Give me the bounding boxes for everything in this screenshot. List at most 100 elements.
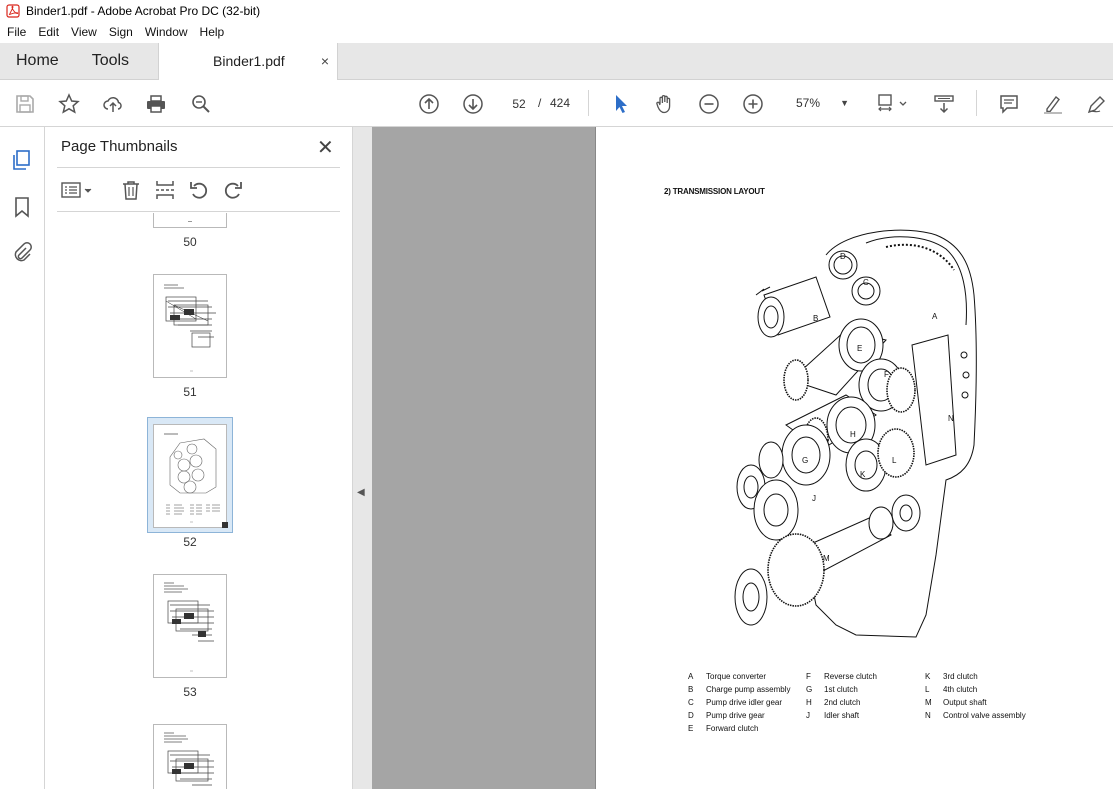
svg-text:C: C (863, 278, 869, 287)
thumbnail-label: 51 (183, 385, 197, 399)
comment-icon[interactable] (997, 92, 1021, 116)
page-separator: / (538, 96, 542, 110)
fit-page-icon[interactable] (876, 92, 908, 116)
legend-key: F (806, 672, 811, 681)
rotate-clockwise-icon[interactable] (222, 179, 244, 201)
menu-bar: File Edit View Sign Window Help (0, 22, 1113, 42)
attachments-paperclip-icon[interactable] (11, 241, 33, 263)
rotate-counterclockwise-icon[interactable] (188, 179, 210, 201)
svg-text:J: J (812, 494, 816, 503)
next-page-icon[interactable] (461, 92, 485, 116)
tab-document-label: Binder1.pdf (213, 53, 285, 69)
panel-collapse-bar[interactable] (352, 127, 372, 789)
legend-text: Idler shaft (824, 711, 860, 720)
tab-home[interactable]: Home (0, 43, 76, 79)
page-total: 424 (550, 96, 571, 110)
svg-text:H: H (850, 430, 856, 439)
svg-text:K: K (860, 470, 866, 479)
page-thumbnail-current[interactable] (153, 424, 227, 528)
page-thumbnail[interactable] (153, 274, 227, 378)
legend-text: Torque converter (706, 672, 767, 681)
svg-text:E: E (857, 344, 862, 353)
legend-text: Forward clutch (706, 724, 759, 733)
legend-text: 1st clutch (824, 685, 858, 694)
zoom-search-icon[interactable] (189, 92, 213, 116)
legend-column-1: A Torque converter B Charge pump assembly … (688, 670, 790, 735)
page-number-input[interactable]: 52 (504, 91, 534, 115)
window-title: Binder1.pdf - Adobe Acrobat Pro DC (32-b… (26, 4, 261, 18)
document-canvas (372, 127, 595, 789)
pdf-page: 2) TRANSMISSION LAYOUT D C B A E F H G K… (595, 127, 1113, 789)
menu-file[interactable]: File (0, 25, 32, 39)
chevron-down-icon: ▼ (840, 98, 849, 108)
collapse-left-arrow-icon[interactable]: ◀ (357, 487, 365, 498)
tab-document[interactable]: Binder1.pdf × (158, 43, 339, 80)
svg-text:G: G (802, 456, 808, 465)
menu-sign[interactable]: Sign (103, 25, 139, 39)
acrobat-logo-icon (6, 4, 20, 18)
legend-text: Charge pump assembly (706, 685, 791, 694)
legend-key: N (925, 711, 931, 720)
page-thumbnails-panel: Page Thumbnails ✕ 50 51 52 53 (45, 127, 392, 789)
zoom-select[interactable]: 57% ▼ (787, 91, 857, 115)
highlight-pen-icon[interactable] (1041, 92, 1065, 116)
legend-key: B (688, 685, 694, 694)
legend-key: G (806, 685, 813, 694)
legend-key: D (688, 711, 694, 720)
legend-text: 2nd clutch (824, 698, 861, 707)
page-thumbnail[interactable] (153, 724, 227, 789)
svg-text:N: N (948, 414, 954, 423)
delete-pages-icon[interactable] (120, 179, 142, 201)
panel-divider (57, 211, 340, 212)
bookmark-star-icon[interactable] (57, 92, 81, 116)
legend-text: 3rd clutch (943, 672, 978, 681)
title-bar: Binder1.pdf - Adobe Acrobat Pro DC (32-b… (0, 0, 1113, 22)
svg-text:M: M (823, 554, 830, 563)
legend-text: 4th clutch (943, 685, 978, 694)
page-thumbnail[interactable] (153, 574, 227, 678)
page-thumbnails-icon[interactable] (11, 149, 33, 171)
share-upload-icon[interactable] (101, 92, 125, 116)
legend-key: K (925, 672, 931, 681)
thumbnail-label: 52 (183, 535, 197, 549)
menu-view[interactable]: View (65, 25, 103, 39)
page-heading: 2) TRANSMISSION LAYOUT (664, 187, 765, 196)
current-page-marker (222, 522, 228, 528)
hand-tool-icon[interactable] (653, 92, 677, 116)
svg-text:B: B (813, 314, 818, 323)
legend-key: M (925, 698, 932, 707)
toolbar-divider (976, 90, 977, 116)
legend-text: Pump drive gear (706, 711, 765, 720)
left-navigation-rail (0, 127, 45, 789)
panel-divider (57, 167, 340, 168)
svg-text:L: L (892, 456, 897, 465)
tab-close-icon[interactable]: × (321, 43, 329, 80)
close-icon[interactable]: ✕ (317, 135, 334, 160)
zoom-out-icon[interactable] (697, 92, 721, 116)
svg-text:A: A (932, 312, 938, 321)
page-thumbnail[interactable] (153, 213, 227, 228)
print-icon[interactable] (144, 92, 168, 116)
legend-text: Control valve assembly (943, 711, 1026, 720)
save-icon[interactable] (13, 92, 37, 116)
menu-help[interactable]: Help (194, 25, 231, 39)
legend-key: H (806, 698, 812, 707)
zoom-in-icon[interactable] (741, 92, 765, 116)
extract-pages-icon[interactable] (154, 179, 176, 201)
bookmarks-icon[interactable] (11, 196, 33, 218)
zoom-value: 57% (796, 96, 821, 110)
menu-window[interactable]: Window (139, 25, 194, 39)
sign-pen-icon[interactable] (1085, 92, 1109, 116)
thumbnail-options-icon[interactable] (61, 179, 95, 201)
legend-column-3: K 3rd clutch L 4th clutch M Output shaft N C… (925, 670, 1026, 722)
thumbnail-label: 53 (183, 685, 197, 699)
legend-key: A (688, 672, 694, 681)
select-cursor-icon[interactable] (609, 92, 633, 116)
scroll-mode-icon[interactable] (932, 92, 956, 116)
previous-page-icon[interactable] (417, 92, 441, 116)
menu-edit[interactable]: Edit (32, 25, 65, 39)
tab-tools[interactable]: Tools (76, 43, 146, 79)
svg-text:F: F (884, 370, 889, 379)
legend-key: J (806, 711, 810, 720)
svg-text:D: D (840, 252, 846, 261)
